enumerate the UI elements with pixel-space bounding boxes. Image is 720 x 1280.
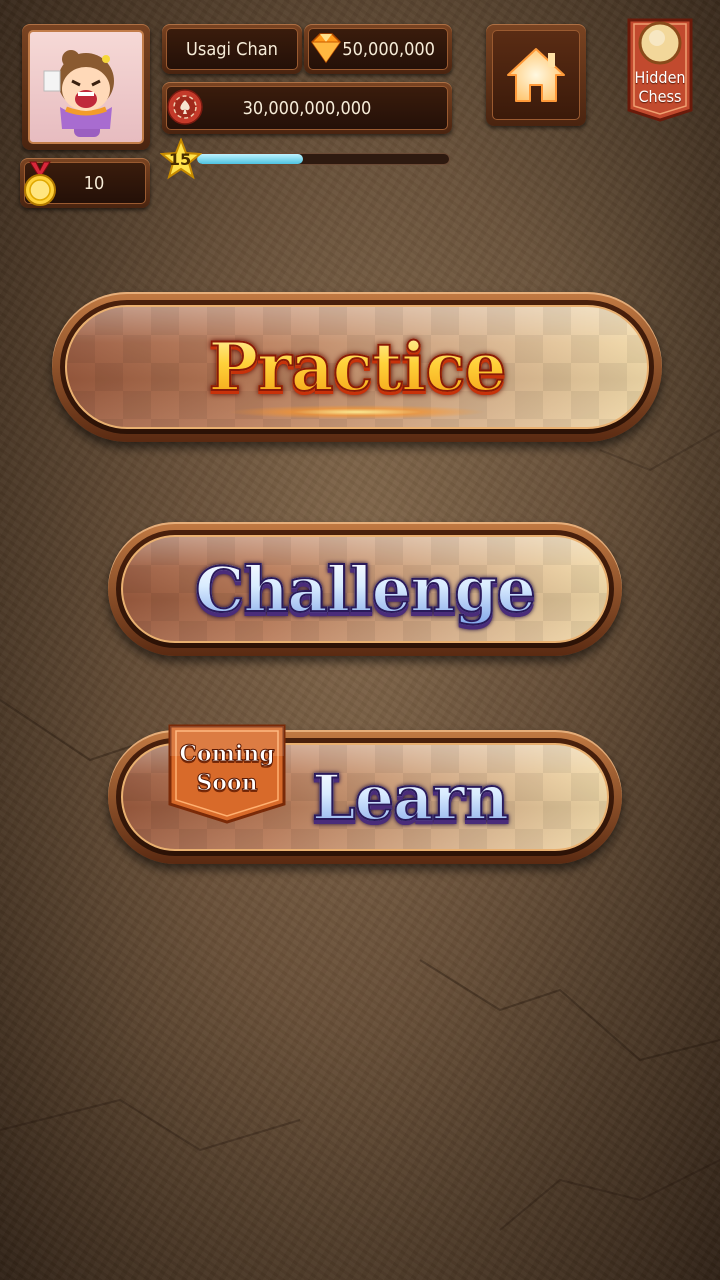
gems-value: 50,000,000 (342, 38, 435, 60)
hidden-chess-line1: Hidden (634, 68, 686, 87)
medal-icon (24, 161, 56, 206)
avatar-girl-icon (43, 50, 114, 137)
xp-progress-bar (196, 153, 450, 165)
coming-soon-line2: Soon (196, 770, 258, 797)
learn-label: Learn (311, 760, 510, 835)
player-name-box: Usagi Chan (162, 24, 302, 74)
challenge-label: Challenge (194, 552, 537, 627)
hidden-chess-line2: Chess (638, 87, 682, 106)
gems-box[interactable]: 50,000,000 (304, 24, 452, 74)
practice-label: Practice (207, 327, 507, 407)
chips-value: 30,000,000,000 (242, 97, 372, 119)
practice-glow (227, 405, 487, 419)
challenge-button[interactable]: Challenge (108, 522, 622, 656)
player-avatar-frame[interactable] (22, 24, 150, 150)
chips-box[interactable]: 30,000,000,000 (162, 82, 452, 134)
avatar (28, 30, 144, 144)
coming-soon-label: Coming Soon (168, 740, 286, 798)
practice-button[interactable]: Practice (52, 292, 662, 442)
hidden-chess-label: Hidden Chess (627, 68, 693, 106)
gem-icon (311, 33, 341, 64)
coming-soon-line1: Coming (179, 741, 275, 768)
player-name: Usagi Chan (166, 28, 298, 70)
level-number: 15 (168, 149, 192, 169)
poker-chip-icon (167, 89, 203, 125)
xp-progress-fill (197, 154, 303, 164)
home-icon (507, 48, 565, 102)
medal-count: 10 (83, 172, 105, 194)
home-button[interactable] (486, 24, 586, 126)
